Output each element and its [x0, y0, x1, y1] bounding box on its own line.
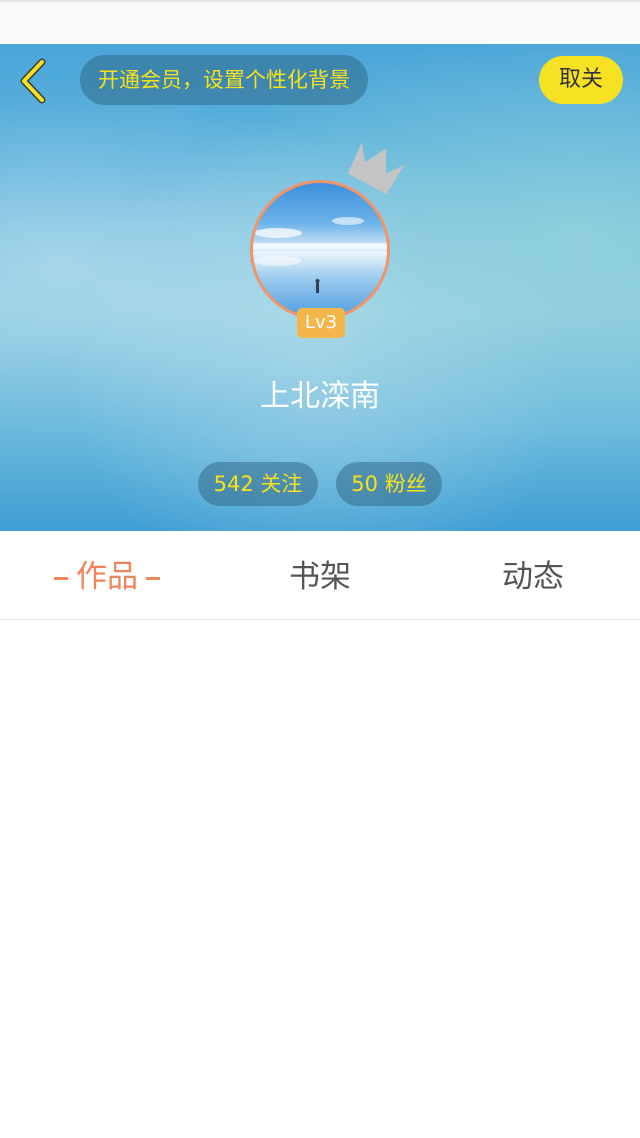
tab-works[interactable]: 作品: [36, 531, 178, 619]
status-bar: [0, 0, 640, 44]
following-count-button[interactable]: 542 关注: [198, 462, 318, 506]
fans-count-button[interactable]: 50 粉丝: [336, 462, 442, 506]
active-indicator-right: [146, 577, 160, 580]
tab-works-label: 作品: [76, 559, 138, 595]
tab-bookshelf-label: 书架: [289, 559, 351, 595]
profile-header: 开通会员，设置个性化背景 取关 Lv3 上北滦南 542 关注 50 粉丝: [0, 44, 640, 531]
tab-content-area: [0, 620, 640, 1138]
tab-activity-label: 动态: [502, 559, 564, 595]
avatar-image: [253, 217, 387, 293]
username: 上北滦南: [260, 379, 380, 414]
avatar[interactable]: [250, 180, 390, 320]
active-indicator-left: [54, 577, 68, 580]
vip-banner[interactable]: 开通会员，设置个性化背景: [80, 55, 368, 105]
level-badge: Lv3: [297, 308, 345, 338]
unfollow-button[interactable]: 取关: [539, 56, 623, 104]
tab-bookshelf[interactable]: 书架: [250, 531, 390, 619]
profile-tabs: 作品 书架 动态: [0, 531, 640, 620]
chevron-left-icon: [20, 58, 46, 104]
tab-activity[interactable]: 动态: [463, 531, 603, 619]
avatar-container[interactable]: [250, 180, 390, 320]
back-button[interactable]: [14, 58, 54, 104]
